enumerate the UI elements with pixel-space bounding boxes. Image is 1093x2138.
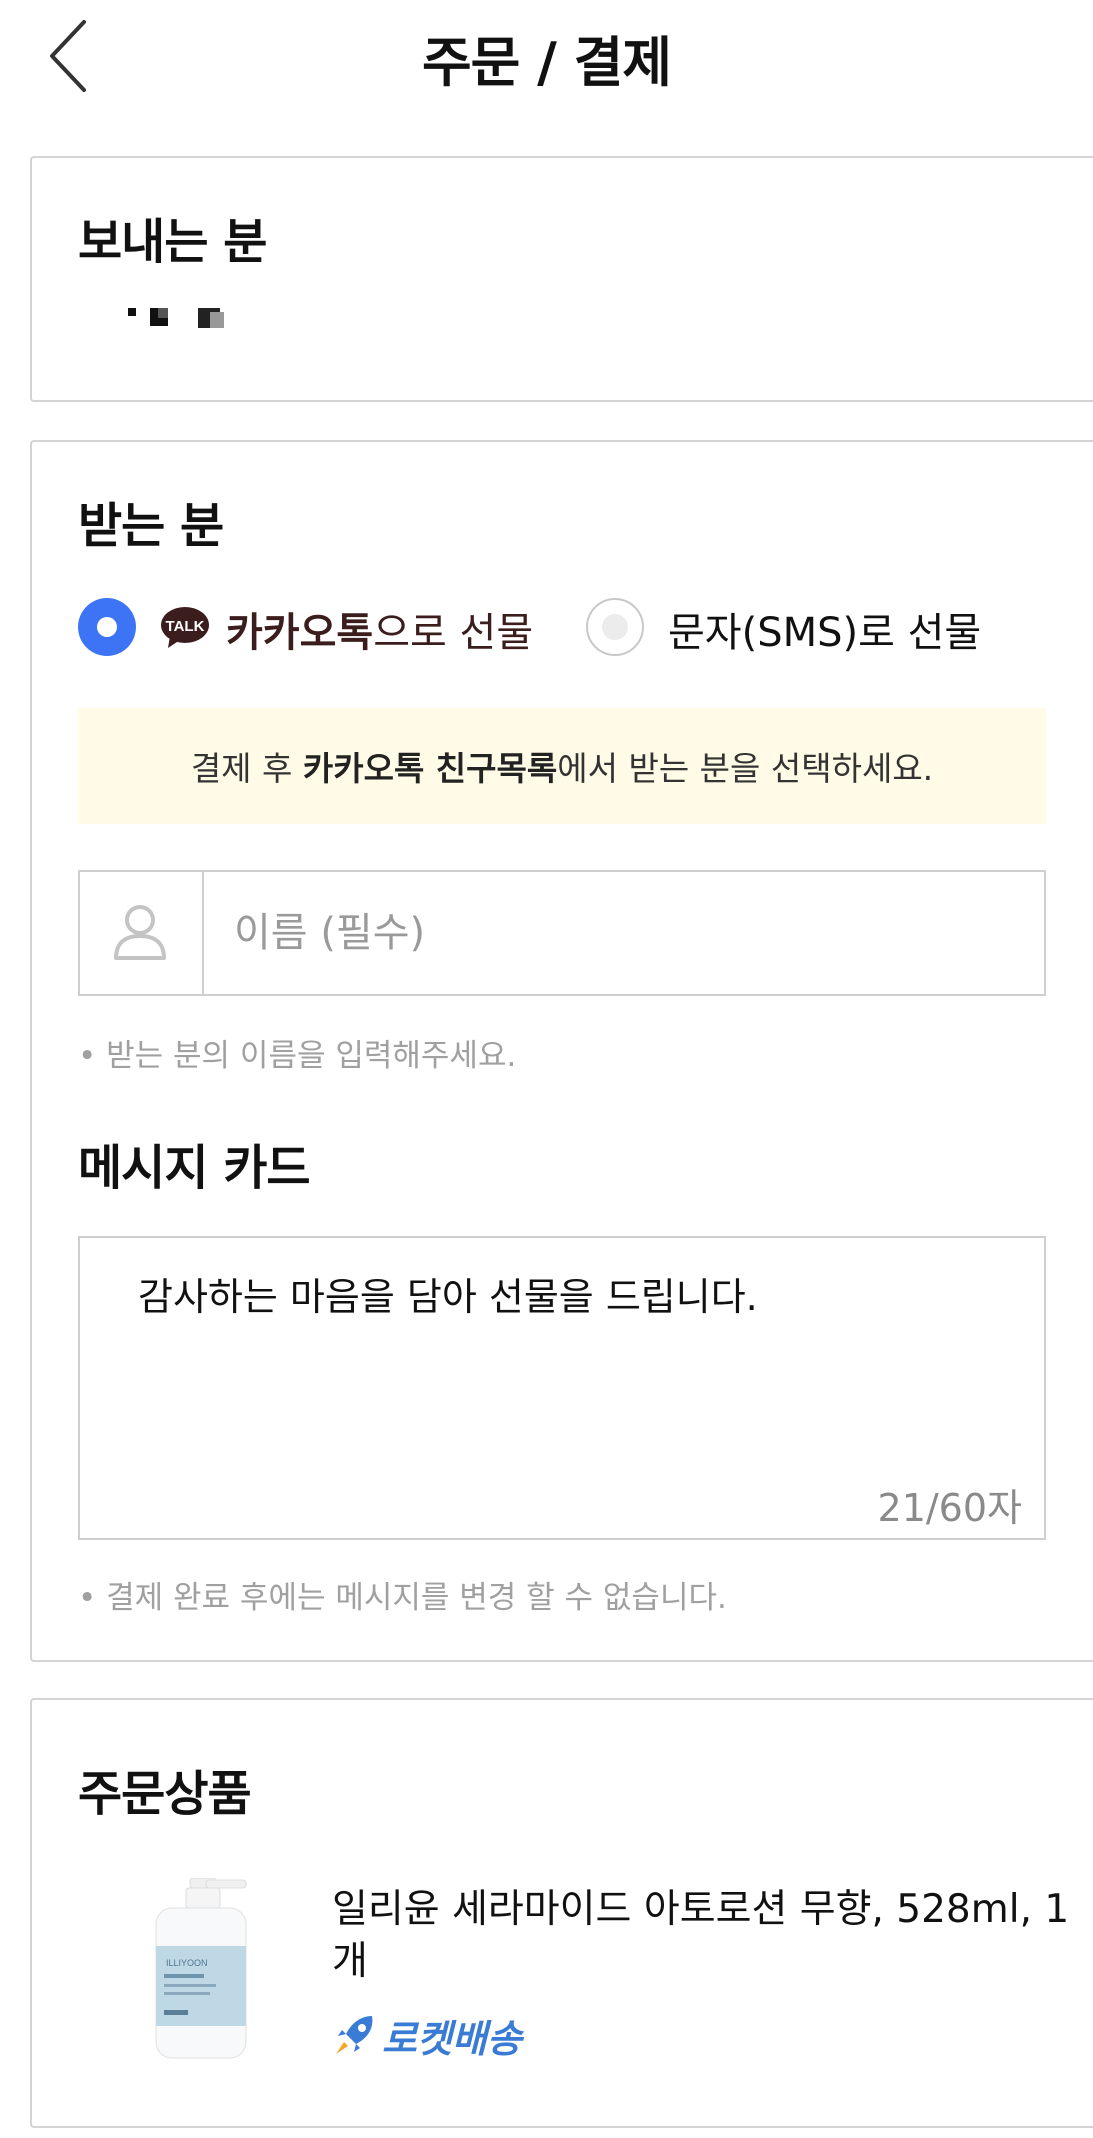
kakao-radio-button[interactable] [78,598,136,656]
page-title: 주문 / 결제 [421,31,672,94]
message-textarea[interactable]: 감사하는 마음을 담아 선물을 드립니다. 21/60자 [78,1236,1046,1540]
sender-title: 보내는 분 [78,214,267,270]
kakao-option-label[interactable]: 카카오톡으로 선물 [226,600,533,658]
rocket-delivery-badge: 로켓배송 [332,2010,522,2061]
talk-icon-text: TALK [166,618,205,635]
kakao-option-bold: 카카오톡 [226,610,374,656]
notice-prefix: 결제 후 [190,749,303,788]
top-header: 주문 / 결제 [0,0,1093,110]
sms-option-label[interactable]: 문자(SMS)로 선물 [668,600,981,658]
order-card: 주문상품 ILLIYOON 일리윤 세라마이드 아토로션 무향, 528ml, … [30,1698,1093,2128]
brand-text: ILLIYOON [166,1958,208,1968]
message-card-title: 메시지 카드 [78,1140,311,1196]
message-char-count: 21/60자 [877,1486,1022,1530]
receiver-card: 받는 분 TALK 카카오톡으로 선물 문자(SMS)로 선물 결제 후 카카오… [30,440,1093,1662]
order-title: 주문상품 [78,1766,252,1822]
user-icon-cell [80,872,204,994]
product-image: ILLIYOON [155,1878,247,2059]
receiver-title: 받는 분 [78,498,224,554]
user-icon [114,905,166,960]
sender-card: 보내는 분 [30,156,1093,402]
sms-radio-button[interactable] [586,598,644,656]
rocket-delivery-label: 로켓배송 [382,2016,522,2061]
message-hint: • 결제 완료 후에는 메시지를 변경 할 수 없습니다. [78,1580,727,1616]
kakao-option-rest: 으로 선물 [373,610,534,656]
notice-suffix: 에서 받는 분을 선택하세요. [557,749,934,788]
sender-name-masked [128,308,224,328]
product-name: 일리윤 세라마이드 아토로션 무향, 528ml, 1개 [332,1887,1070,1984]
kakao-notice: 결제 후 카카오톡 친구목록 에서 받는 분을 선택하세요. [78,708,1046,824]
rocket-icon [336,2016,373,2054]
message-text: 감사하는 마음을 담아 선물을 드립니다. [138,1275,758,1319]
kakaotalk-icon: TALK [161,607,209,648]
receiver-name-field [78,870,1046,996]
notice-bold: 카카오톡 친구목록 [302,749,558,788]
name-hint: • 받는 분의 이름을 입력해주세요. [78,1038,517,1074]
receiver-name-input[interactable] [204,872,1044,994]
